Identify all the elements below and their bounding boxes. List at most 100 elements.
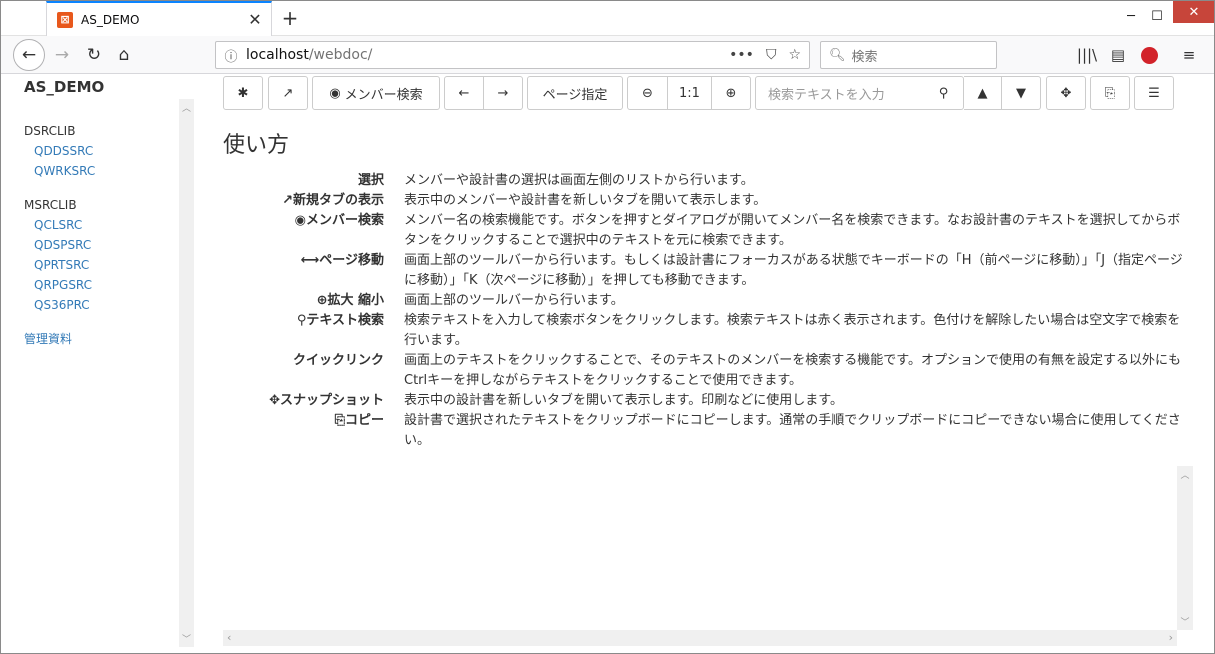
sidebar-scrollbar[interactable]: ︿ ﹀	[179, 99, 194, 647]
usage-row: ⚲テキスト検索 検索テキストを入力して検索ボタンをクリックします。検索テキストは…	[223, 311, 1193, 351]
usage-term-new-tab: ↗新規タブの表示	[282, 193, 384, 208]
menu-icon[interactable]: ≡	[1177, 43, 1201, 67]
zoom-in-icon: ⊕	[725, 85, 737, 101]
search-prev-button[interactable]: ▲	[964, 76, 1002, 110]
eye-icon: ◉	[294, 213, 306, 228]
scroll-up-icon[interactable]: ︿	[1177, 468, 1193, 481]
document-body: 使い方 選択 メンバーや設計書の選択は画面左側のリストから行います。 ↗新規タブ…	[223, 127, 1193, 451]
browser-search-field[interactable]: 🔍︎ 検索	[820, 41, 997, 69]
navigation-toolbar: ← → ↻ ⌂ ⓘ localhost/webdoc/ ••• ⛉ ☆ 🔍︎ 検…	[1, 36, 1214, 74]
usage-desc: 画面上のテキストをクリックすることで、そのテキストのメンバーを検索する機能です。…	[404, 353, 1182, 388]
scroll-left-icon[interactable]: ‹	[227, 630, 231, 646]
usage-row: 選択 メンバーや設計書の選択は画面左側のリストから行います。	[223, 171, 1193, 191]
usage-desc: 検索テキストを入力して検索ボタンをクリックします。検索テキストは赤く表示されます…	[404, 313, 1181, 348]
page-title: 使い方	[223, 133, 290, 158]
external-link-icon: ↗	[282, 193, 293, 208]
search-icon: 🔍︎	[829, 47, 846, 63]
chevron-up-icon: ▲	[977, 85, 988, 101]
arrow-right-icon: →	[497, 85, 509, 101]
usage-term-snapshot: ✥スナップショット	[269, 393, 384, 408]
sidebar-item-qs36prc[interactable]: QS36PRC	[24, 295, 174, 315]
prev-page-button[interactable]: ←	[444, 76, 484, 110]
page-select-button[interactable]: ページ指定	[527, 76, 623, 110]
sidebar-item-qclsrc[interactable]: QCLSRC	[24, 215, 174, 235]
open-new-tab-button[interactable]: ↗	[268, 76, 308, 110]
new-tab-icon[interactable]: +	[278, 6, 302, 30]
usage-desc: 画面上部のツールバーから行います。もしくは設計書にフォーカスがある状態でキーボー…	[404, 253, 1183, 288]
back-icon[interactable]: ←	[13, 39, 45, 71]
document-horizontal-scrollbar[interactable]: ‹ ›	[223, 630, 1177, 646]
usage-desc: 設計書で選択されたテキストをクリップボードにコピーします。通常の手順でクリップボ…	[404, 413, 1181, 448]
member-search-button[interactable]: ◉ メンバー検索	[312, 76, 440, 110]
usage-row: ⎘コピー 設計書で選択されたテキストをクリップボードにコピーします。通常の手順で…	[223, 411, 1193, 451]
sidebar-item-admin-docs[interactable]: 管理資料	[24, 329, 174, 349]
search-next-button[interactable]: ▼	[1002, 76, 1041, 110]
text-search-button[interactable]: ⚲	[924, 76, 964, 110]
sidebar-item-qrpgsrc[interactable]: QRPGSRC	[24, 275, 174, 295]
scroll-down-icon[interactable]: ﹀	[179, 632, 194, 645]
search-icon: ⚲	[938, 85, 949, 101]
sidebar-item-qddssrc[interactable]: QDDSSRC	[24, 141, 174, 161]
bookmark-star-icon[interactable]: ☆	[788, 47, 801, 63]
library-icon[interactable]: |||\	[1075, 43, 1099, 67]
usage-term-page-move: ⟷ページ移動	[300, 253, 384, 268]
pocket-icon[interactable]: ⛉	[766, 47, 777, 63]
sidebar-item-qwrksrc[interactable]: QWRKSRC	[24, 161, 174, 181]
scroll-up-icon[interactable]: ︿	[179, 101, 194, 114]
list-button[interactable]: ☰	[1134, 76, 1174, 110]
crosshair-icon: ✥	[269, 393, 280, 408]
url-text[interactable]: localhost/webdoc/	[246, 47, 729, 63]
settings-button[interactable]: ✱	[223, 76, 263, 110]
zoom-out-button[interactable]: ⊖	[627, 76, 668, 110]
browser-window: ⊠ AS_DEMO ✕ + ─ ☐ ✕ ← → ↻ ⌂ ⓘ localhost/…	[0, 0, 1215, 654]
maximize-icon[interactable]: ☐	[1137, 1, 1177, 31]
page-select-label: ページ指定	[542, 87, 608, 103]
copy-button[interactable]: ⎘	[1090, 76, 1130, 110]
zoom-reset-label: 1:1	[679, 85, 700, 101]
sidebar-group-msrclib: MSRCLIB	[24, 198, 77, 212]
forward-icon[interactable]: →	[47, 40, 77, 70]
url-host: localhost	[246, 47, 309, 63]
sidebar-toggle-icon[interactable]: ▤	[1106, 43, 1130, 67]
usage-row: ⟷ページ移動 画面上部のツールバーから行います。もしくは設計書にフォーカスがある…	[223, 251, 1193, 291]
sidebar-item-qdspsrc[interactable]: QDSPSRC	[24, 235, 174, 255]
zoom-reset-button[interactable]: 1:1	[668, 76, 712, 110]
window-close-icon[interactable]: ✕	[1173, 1, 1214, 23]
usage-row: ⊕拡大 縮小 画面上部のツールバーから行います。	[223, 291, 1193, 311]
xampp-favicon-icon: ⊠	[57, 11, 73, 28]
usage-term-select: 選択	[357, 173, 384, 188]
tab-bar: ⊠ AS_DEMO ✕ + ─ ☐ ✕	[1, 1, 1214, 36]
document-vertical-scrollbar[interactable]: ︿ ﹀	[1177, 466, 1193, 630]
text-search-input[interactable]: 検索テキストを入力	[755, 76, 925, 110]
usage-term-copy: ⎘コピー	[334, 413, 384, 428]
sidebar-item-qprtsrc[interactable]: QPRTSRC	[24, 255, 174, 275]
site-info-icon[interactable]: ⓘ	[216, 46, 246, 65]
url-bar[interactable]: ⓘ localhost/webdoc/ ••• ⛉ ☆	[215, 41, 810, 69]
scroll-down-icon[interactable]: ﹀	[1177, 615, 1193, 628]
usage-row: ↗新規タブの表示 表示中のメンバーや設計書を新しいタブを開いて表示します。	[223, 191, 1193, 211]
browser-tab[interactable]: ⊠ AS_DEMO ✕	[46, 1, 272, 36]
list-icon: ☰	[1148, 85, 1160, 101]
url-path: /webdoc/	[308, 47, 373, 63]
usage-desc: 表示中の設計書を新しいタブを開いて表示します。印刷などに使用します。	[404, 393, 844, 408]
reload-icon[interactable]: ↻	[79, 40, 109, 70]
left-right-arrow-icon: ⟷	[300, 253, 320, 268]
usage-desc: メンバー名の検索機能です。ボタンを押すとダイアログが開いてメンバー名を検索できま…	[404, 213, 1181, 248]
usage-term-zoom: ⊕拡大 縮小	[316, 293, 384, 308]
usage-desc: 表示中のメンバーや設計書を新しいタブを開いて表示します。	[404, 193, 767, 208]
zoom-icon: ⊕	[316, 293, 328, 308]
close-tab-icon[interactable]: ✕	[245, 10, 265, 30]
extension-icon[interactable]	[1137, 43, 1161, 67]
zoom-in-button[interactable]: ⊕	[712, 76, 751, 110]
next-page-button[interactable]: →	[484, 76, 523, 110]
home-icon[interactable]: ⌂	[109, 40, 139, 70]
page-content: AS_DEMO DSRCLIB QDDSSRC QWRKSRC MSRCLIB …	[1, 75, 1214, 653]
zoom-out-icon: ⊖	[642, 85, 653, 101]
page-actions-icon[interactable]: •••	[729, 47, 754, 63]
sidebar-list: DSRCLIB QDDSSRC QWRKSRC MSRCLIB QCLSRC Q…	[24, 121, 174, 349]
arrow-left-icon: ←	[458, 85, 470, 101]
snapshot-button[interactable]: ✥	[1046, 76, 1086, 110]
scroll-right-icon[interactable]: ›	[1169, 630, 1173, 646]
sidebar: AS_DEMO DSRCLIB QDDSSRC QWRKSRC MSRCLIB …	[9, 75, 194, 649]
search-icon: ⚲	[296, 313, 307, 328]
